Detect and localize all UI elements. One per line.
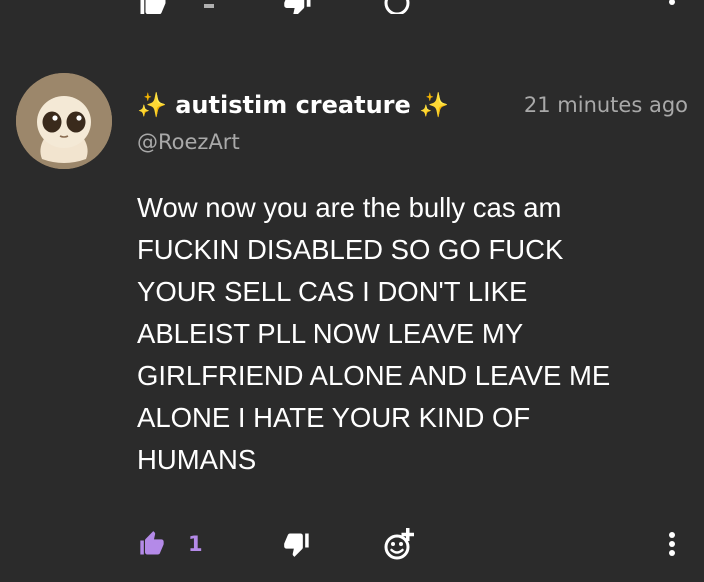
user-handle[interactable]: @RoezArt	[137, 127, 240, 157]
display-name[interactable]: ✨ autistim creature ✨	[137, 88, 449, 122]
like-count: 1	[188, 532, 203, 556]
comment-actions: 1	[0, 525, 704, 565]
previous-comment-actions	[0, 0, 704, 14]
add-reaction-icon	[384, 528, 414, 560]
thumbs-up-icon	[140, 531, 164, 555]
comment-header: ✨ autistim creature ✨ 21 minutes ago	[137, 84, 692, 128]
avatar[interactable]	[16, 73, 112, 169]
dislike-button[interactable]	[283, 525, 311, 563]
add-reaction-button[interactable]	[382, 525, 418, 563]
thumbs-up-icon	[140, 0, 166, 14]
like-button[interactable]: 1	[138, 525, 203, 563]
more-vertical-icon	[669, 532, 675, 556]
more-options-button[interactable]	[662, 525, 682, 563]
thumbs-down-icon	[284, 533, 309, 557]
add-reaction-icon	[384, 0, 410, 14]
thumbs-down-icon	[284, 0, 311, 14]
dash-icon	[204, 4, 214, 8]
timestamp[interactable]: 21 minutes ago	[524, 90, 688, 120]
more-vertical-icon	[669, 0, 675, 5]
comment-text: Wow now you are the bully cas am FUCKIN …	[137, 192, 611, 475]
avatar-image	[16, 73, 112, 169]
